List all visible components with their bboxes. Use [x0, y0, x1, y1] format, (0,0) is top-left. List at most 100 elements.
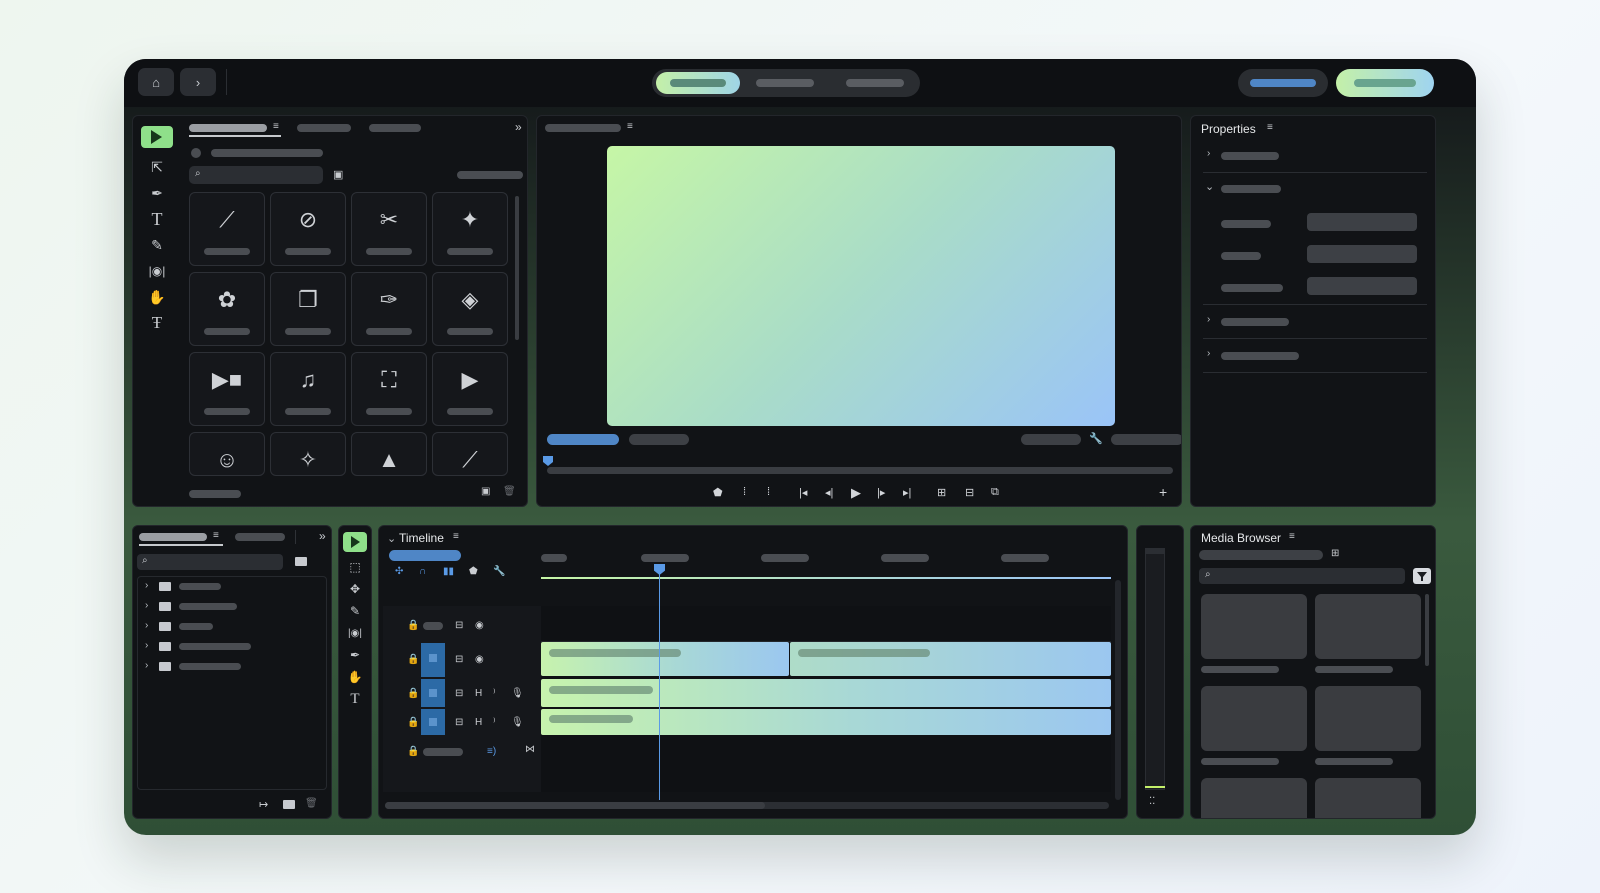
audio-clip-2[interactable]	[541, 709, 1111, 735]
effect-tile-frame[interactable]: ⛶	[351, 352, 427, 426]
media-thumbnail[interactable]	[1201, 686, 1307, 751]
marker-icon[interactable]: ⬟	[469, 566, 478, 577]
grid-view-icon[interactable]: ⊞	[1331, 548, 1339, 559]
preview-tab[interactable]	[545, 124, 621, 132]
volume-icon[interactable]: ≡)	[487, 746, 496, 757]
snap-icon[interactable]: ✣	[395, 566, 403, 577]
search-input[interactable]	[189, 166, 323, 184]
lock-icon[interactable]: 🔒	[407, 654, 419, 665]
effect-tile-fill[interactable]: ◈	[432, 272, 508, 346]
folder-icon[interactable]	[295, 557, 307, 566]
marker-icon[interactable]: ⬟	[713, 486, 723, 499]
hamburger-icon[interactable]: ≡	[627, 121, 633, 132]
hamburger-icon[interactable]: ≡	[453, 531, 459, 542]
chevron-right-icon[interactable]: ›	[145, 640, 148, 651]
overwrite-icon[interactable]: ⊟	[965, 486, 974, 499]
video-preview-canvas[interactable]	[607, 146, 1115, 426]
project-tab-2[interactable]	[235, 533, 285, 541]
tree-item-5[interactable]	[179, 663, 241, 670]
effects-tab-3[interactable]	[369, 124, 421, 132]
direct-select-tool-icon[interactable]: ⇱	[143, 156, 171, 178]
move-tool-icon[interactable]: ✥	[341, 578, 369, 600]
media-thumbnail[interactable]	[1201, 778, 1307, 818]
media-thumbnail[interactable]	[1315, 686, 1421, 751]
headphones-icon[interactable]: H	[475, 717, 482, 728]
mic-icon[interactable]: 🎙	[511, 717, 524, 728]
tree-item-1[interactable]	[179, 583, 221, 590]
timeline-hscroll-thumb[interactable]	[385, 802, 765, 809]
effect-tile-landscape[interactable]: ▲	[351, 432, 427, 476]
sync-icon[interactable]: ⊟	[455, 620, 463, 631]
chevron-right-icon[interactable]: ›	[1207, 314, 1210, 325]
wrench-icon[interactable]: 🔧	[1089, 432, 1103, 445]
timeline-vscroll[interactable]	[1115, 580, 1121, 800]
lock-icon[interactable]: 🔒	[407, 620, 419, 631]
out-point-icon[interactable]: ⁞	[767, 486, 770, 498]
chevron-right-icon[interactable]: ›	[145, 660, 148, 671]
video-clip-1[interactable]	[541, 642, 789, 676]
effects-scrollbar[interactable]	[515, 196, 519, 340]
search-input[interactable]	[1199, 568, 1405, 584]
chevron-right-icon[interactable]: ›	[145, 580, 148, 591]
linked-icon[interactable]: ▮▮	[443, 566, 454, 577]
effect-tile-cut[interactable]: ✂	[351, 192, 427, 266]
property-field-2[interactable]	[1307, 245, 1417, 263]
hamburger-icon[interactable]: ≡	[213, 530, 219, 541]
chevron-down-icon[interactable]: ⌄	[1205, 180, 1214, 193]
pen-tool-icon[interactable]: ✒	[341, 644, 369, 666]
tree-item-4[interactable]	[179, 643, 251, 650]
media-thumbnail[interactable]	[1201, 594, 1307, 659]
mic-icon[interactable]: 🎙	[511, 688, 524, 699]
effect-tile-play[interactable]: ▶	[432, 352, 508, 426]
forward-button[interactable]: ›	[180, 68, 216, 96]
quality-select[interactable]	[1111, 434, 1181, 445]
step-forward-icon[interactable]: |▸	[877, 486, 885, 499]
razor-tool-icon[interactable]: ✎	[341, 600, 369, 622]
chevron-right-icon[interactable]: ›	[1207, 148, 1210, 159]
slip-tool-icon[interactable]: |◉|	[341, 622, 369, 644]
media-thumbnail[interactable]	[1315, 594, 1421, 659]
property-field-1[interactable]	[1307, 213, 1417, 231]
timecode-current[interactable]	[547, 434, 619, 445]
insert-icon[interactable]: ⊞	[937, 486, 946, 499]
effects-tab-2[interactable]	[297, 124, 351, 132]
folder-icon[interactable]: ▣	[333, 168, 343, 181]
tree-item-2[interactable]	[179, 603, 237, 610]
step-back-icon[interactable]: ◂|	[825, 486, 833, 499]
chevron-right-icon[interactable]: ›	[1207, 348, 1210, 359]
go-to-end-icon[interactable]: ▸|	[903, 486, 911, 499]
hand-tool-icon[interactable]: ✋	[341, 666, 369, 688]
text-tool-icon[interactable]: T	[143, 208, 171, 230]
property-section-2[interactable]	[1221, 185, 1281, 193]
home-button[interactable]: ⌂	[138, 68, 174, 96]
zoom-select[interactable]	[1021, 434, 1081, 445]
workspace-tab-3[interactable]	[846, 79, 904, 87]
chevron-down-icon[interactable]: ⌄	[387, 532, 396, 545]
lock-icon[interactable]: 🔒	[407, 717, 419, 728]
import-icon[interactable]: ↦	[259, 798, 268, 811]
eye-icon[interactable]: ◉	[475, 620, 484, 631]
resize-tool-icon[interactable]: |◉|	[143, 260, 171, 282]
wrench-icon[interactable]: 🔧	[493, 566, 505, 577]
effect-tile-sparkle[interactable]: ✧	[270, 432, 346, 476]
trash-icon[interactable]: 🗑	[305, 798, 318, 809]
effect-tile-audio[interactable]: ♫	[270, 352, 346, 426]
new-folder-icon[interactable]	[283, 800, 295, 809]
location-select[interactable]	[1199, 550, 1323, 560]
hand-tool-icon[interactable]: ✋	[143, 286, 171, 308]
audio-clip-1[interactable]	[541, 679, 1111, 707]
property-section-1[interactable]	[1221, 152, 1279, 160]
effect-tile-wand[interactable]: ⟋	[432, 432, 508, 476]
vertical-text-tool-icon[interactable]: Ŧ	[143, 312, 171, 334]
effects-tab-active[interactable]	[189, 124, 267, 132]
media-thumbnail[interactable]	[1315, 778, 1421, 818]
effect-tile-pipette[interactable]: ✑	[351, 272, 427, 346]
double-chevron-icon[interactable]: »	[515, 120, 522, 134]
track-select-tool-icon[interactable]: ⬚	[341, 556, 369, 578]
chevron-right-icon[interactable]: ›	[145, 600, 148, 611]
hamburger-icon[interactable]: ≡	[1289, 531, 1295, 542]
video-clip-2[interactable]	[790, 642, 1111, 676]
lock-icon[interactable]: 🔒	[407, 688, 419, 699]
new-item-icon[interactable]: ▣	[481, 486, 490, 497]
double-chevron-icon[interactable]: »	[319, 529, 326, 543]
